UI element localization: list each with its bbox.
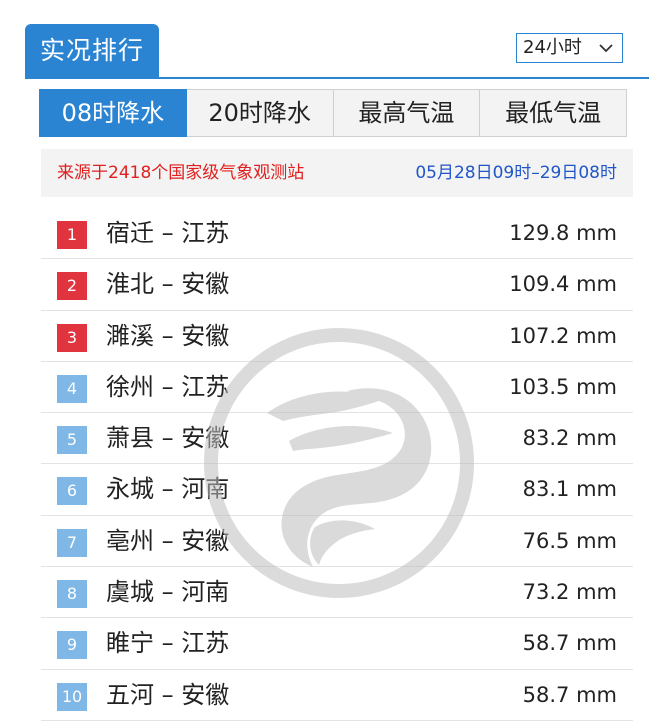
tab-20-precipitation[interactable]: 20时降水 — [186, 89, 334, 137]
tab-min-temperature[interactable]: 最低气温 — [480, 89, 627, 137]
station-name: 虞城 – 河南 — [106, 578, 230, 607]
precipitation-value: 58.7 mm — [522, 631, 617, 656]
period-select-value: 24小时 — [523, 37, 582, 58]
list-item[interactable]: 10 五河 – 安徽 58.7 mm — [41, 670, 633, 721]
station-name: 淮北 – 安徽 — [106, 270, 230, 299]
station-name: 濉溪 – 安徽 — [106, 321, 230, 350]
station-name: 亳州 – 安徽 — [106, 526, 230, 555]
precipitation-value: 103.5 mm — [509, 374, 617, 399]
rank-badge: 10 — [57, 682, 87, 711]
tab-08-precipitation[interactable]: 08时降水 — [39, 89, 187, 137]
period-select[interactable]: 24小时 — [516, 33, 623, 63]
station-name: 睢宁 – 江苏 — [106, 629, 230, 658]
category-tabs: 08时降水 20时降水 最高气温 最低气温 — [39, 89, 627, 137]
panel-title: 实况排行 — [25, 24, 159, 78]
list-item[interactable]: 2 淮北 – 安徽 109.4 mm — [41, 259, 633, 311]
precipitation-value: 109.4 mm — [509, 272, 617, 297]
station-name: 永城 – 河南 — [106, 475, 230, 504]
list-item[interactable]: 1 宿迁 – 江苏 129.8 mm — [41, 208, 633, 260]
station-name: 五河 – 安徽 — [106, 680, 230, 709]
data-source-text: 来源于2418个国家级气象观测站 — [57, 163, 305, 183]
list-item[interactable]: 4 徐州 – 江苏 103.5 mm — [41, 362, 633, 414]
rank-badge: 6 — [57, 477, 87, 506]
tab-max-temperature[interactable]: 最高气温 — [333, 89, 481, 137]
info-bar: 来源于2418个国家级气象观测站 05月28日09时–29日08时 — [41, 149, 633, 197]
precipitation-value: 129.8 mm — [509, 221, 617, 245]
station-name: 萧县 – 安徽 — [106, 424, 230, 453]
precipitation-value: 73.2 mm — [522, 580, 617, 605]
list-item[interactable]: 8 虞城 – 河南 73.2 mm — [41, 567, 633, 619]
rank-badge: 3 — [57, 323, 87, 352]
rank-badge: 7 — [57, 528, 87, 557]
ranking-panel: 实况排行 24小时 08时降水 20时降水 最高气温 最低气温 来源于2418个… — [25, 24, 649, 721]
chevron-down-icon — [598, 34, 614, 71]
list-item[interactable]: 9 睢宁 – 江苏 58.7 mm — [41, 618, 633, 670]
station-name: 徐州 – 江苏 — [106, 372, 230, 401]
precipitation-value: 76.5 mm — [522, 528, 617, 553]
rank-badge: 5 — [57, 426, 87, 455]
panel-header: 实况排行 24小时 — [25, 24, 649, 79]
precipitation-value: 107.2 mm — [509, 323, 617, 348]
precipitation-value: 83.2 mm — [522, 426, 617, 451]
precipitation-value: 58.7 mm — [522, 682, 617, 707]
rank-badge: 9 — [57, 631, 87, 660]
list-item[interactable]: 5 萧县 – 安徽 83.2 mm — [41, 413, 633, 465]
rank-badge: 2 — [57, 272, 87, 301]
rank-badge: 1 — [57, 221, 87, 249]
list-item[interactable]: 7 亳州 – 安徽 76.5 mm — [41, 516, 633, 568]
rank-badge: 4 — [57, 374, 87, 403]
station-name: 宿迁 – 江苏 — [106, 219, 230, 247]
list-item[interactable]: 6 永城 – 河南 83.1 mm — [41, 464, 633, 516]
list-item[interactable]: 3 濉溪 – 安徽 107.2 mm — [41, 311, 633, 362]
ranking-list: 1 宿迁 – 江苏 129.8 mm 2 淮北 – 安徽 109.4 mm 3 … — [41, 208, 633, 721]
rank-badge: 8 — [57, 580, 87, 609]
precipitation-value: 83.1 mm — [522, 477, 617, 502]
time-range-text: 05月28日09时–29日08时 — [415, 163, 617, 183]
